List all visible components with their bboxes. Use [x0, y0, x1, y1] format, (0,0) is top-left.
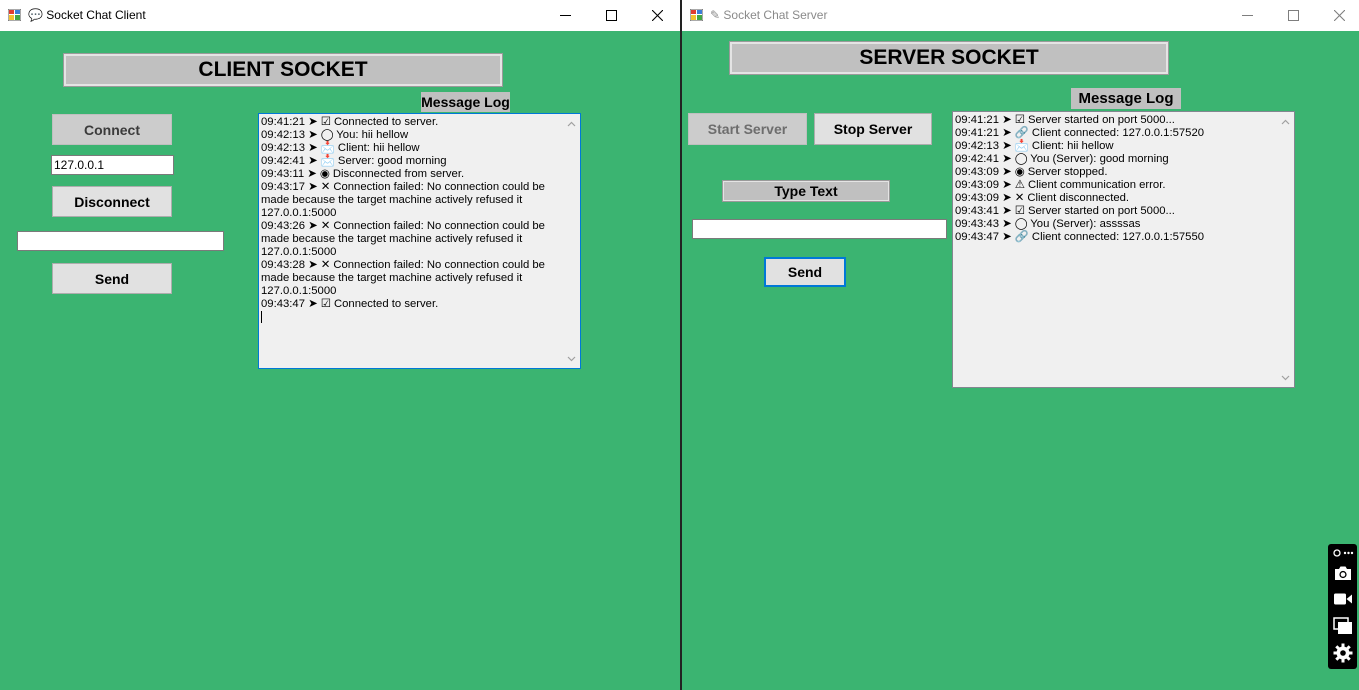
client-window: 💬 Socket Chat Client CLIENT SOCKET Conne… [0, 0, 680, 690]
server-message-log[interactable]: 09:41:21 ➤ ☑ Server started on port 5000… [952, 111, 1295, 388]
scroll-down-icon[interactable] [563, 350, 580, 367]
maximize-icon [1287, 10, 1299, 21]
client-log-scrollbar[interactable] [563, 114, 580, 368]
log-line: 09:43:11 ➤ ◉ Disconnected from server. [261, 168, 465, 180]
log-line: 09:43:43 ➤ ◯ You (Server): assssas [955, 218, 1141, 230]
log-line: 09:41:21 ➤ ☑ Server started on port 5000… [955, 114, 1175, 126]
server-log-lines: 09:41:21 ➤ ☑ Server started on port 5000… [955, 114, 1276, 244]
server-send-button[interactable]: Send [764, 257, 846, 287]
app-window-icon [8, 9, 21, 21]
server-heading: SERVER SOCKET [729, 41, 1169, 75]
client-window-title: 💬 Socket Chat Client [28, 8, 146, 22]
close-icon [1333, 10, 1345, 21]
text-caret [261, 311, 262, 324]
app-window-icon [690, 9, 703, 21]
minimize-icon [1241, 15, 1253, 16]
scroll-down-icon[interactable] [1277, 369, 1294, 386]
client-maximize-button[interactable] [588, 0, 634, 31]
log-line: 09:42:13 ➤ 📩 Client: hii hellow [261, 142, 420, 154]
gear-icon[interactable] [1331, 641, 1354, 665]
log-line: 09:42:41 ➤ 📩 Server: good morning [261, 155, 447, 167]
client-heading: CLIENT SOCKET [63, 53, 503, 87]
toolbar-more-icon[interactable] [1331, 547, 1354, 559]
server-message-input[interactable] [692, 219, 947, 239]
scroll-up-icon[interactable] [563, 115, 580, 132]
maximize-icon [605, 10, 617, 21]
minimize-icon [559, 15, 571, 16]
server-titlebar[interactable]: ✎ Socket Chat Server [682, 0, 1359, 31]
client-close-button[interactable] [634, 0, 680, 31]
camera-icon[interactable] [1331, 562, 1354, 584]
log-line: 09:42:41 ➤ ◯ You (Server): good morning [955, 153, 1169, 165]
connect-button[interactable]: Connect [52, 114, 172, 145]
log-line: 09:43:47 ➤ ☑ Connected to server. [261, 298, 439, 310]
client-titlebar[interactable]: 💬 Socket Chat Client [0, 0, 680, 31]
scroll-up-icon[interactable] [1277, 113, 1294, 130]
server-close-button[interactable] [1316, 0, 1359, 31]
client-message-log[interactable]: 09:41:21 ➤ ☑ Connected to server. 09:42:1… [258, 113, 581, 369]
log-line: 09:41:21 ➤ 🔗 Client connected: 127.0.0.1… [955, 127, 1205, 139]
screens-icon[interactable] [1331, 614, 1354, 638]
capture-toolbar [1328, 544, 1357, 669]
start-server-button[interactable]: Start Server [688, 113, 807, 145]
log-line: 09:43:09 ➤ ⚠ Client communication error. [955, 179, 1166, 191]
client-message-log-label: Message Log [421, 92, 510, 112]
close-icon [651, 10, 663, 21]
log-line: 09:42:13 ➤ 📩 Client: hii hellow [955, 140, 1114, 152]
server-message-log-label: Message Log [1071, 88, 1181, 109]
log-line: 09:43:09 ➤ ◉ Server stopped. [955, 166, 1108, 178]
log-line: 09:43:26 ➤ ✕ Connection failed: No conne… [261, 220, 549, 258]
disconnect-button[interactable]: Disconnect [52, 186, 172, 217]
server-maximize-button[interactable] [1270, 0, 1316, 31]
log-line: 09:43:09 ➤ ✕ Client disconnected. [955, 192, 1130, 204]
log-line: 09:42:13 ➤ ◯ You: hii hellow [261, 129, 409, 141]
log-line: 09:43:17 ➤ ✕ Connection failed: No conne… [261, 181, 549, 219]
ip-address-input[interactable] [51, 155, 174, 175]
type-text-label: Type Text [722, 180, 890, 202]
client-log-lines: 09:41:21 ➤ ☑ Connected to server. 09:42:1… [261, 116, 562, 324]
stop-server-button[interactable]: Stop Server [814, 113, 932, 145]
video-camera-icon[interactable] [1331, 588, 1354, 610]
server-log-scrollbar[interactable] [1277, 112, 1294, 387]
log-line: 09:43:41 ➤ ☑ Server started on port 5000… [955, 205, 1175, 217]
server-window-title: ✎ Socket Chat Server [710, 8, 828, 22]
log-line: 09:41:21 ➤ ☑ Connected to server. [261, 116, 439, 128]
log-line: 09:43:28 ➤ ✕ Connection failed: No conne… [261, 259, 549, 297]
client-send-button[interactable]: Send [52, 263, 172, 294]
server-minimize-button[interactable] [1224, 0, 1270, 31]
server-window: ✎ Socket Chat Server SERVER SOCKET Start… [680, 0, 1359, 690]
client-minimize-button[interactable] [542, 0, 588, 31]
log-line: 09:43:47 ➤ 🔗 Client connected: 127.0.0.1… [955, 231, 1205, 243]
client-message-input[interactable] [17, 231, 224, 251]
